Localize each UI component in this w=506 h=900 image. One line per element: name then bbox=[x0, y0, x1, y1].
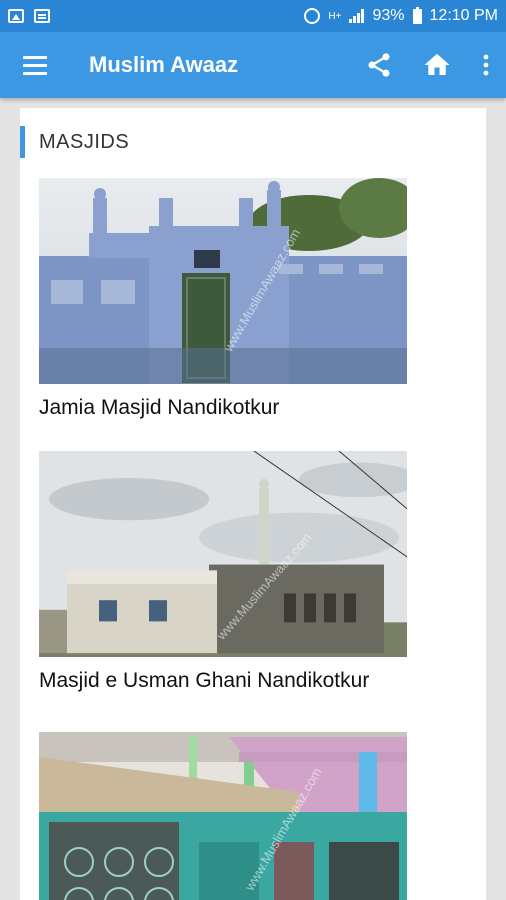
home-button[interactable] bbox=[408, 32, 466, 98]
section-title: MASJIDS bbox=[39, 130, 130, 153]
masjid-photo[interactable]: www.MuslimAwaaz.com bbox=[39, 451, 407, 657]
battery-percent: 93% bbox=[372, 7, 405, 24]
share-button[interactable] bbox=[350, 32, 408, 98]
masjid-list-item[interactable]: www.MuslimAwaaz.com Jamia Masjid Nandiko… bbox=[39, 178, 407, 420]
image-notification-icon bbox=[8, 9, 24, 23]
share-icon bbox=[368, 53, 390, 77]
battery-icon bbox=[412, 6, 422, 24]
network-type: H+ bbox=[328, 10, 342, 22]
more-options-button[interactable] bbox=[466, 32, 506, 98]
section-accent-bar bbox=[20, 126, 25, 158]
masjid-name[interactable]: Masjid e Usman Ghani Nandikotkur bbox=[39, 669, 407, 693]
masjid-list-item[interactable]: www.MuslimAwaaz.com bbox=[39, 732, 407, 900]
app-bar: Muslim Awaaz bbox=[0, 32, 506, 98]
alarm-icon bbox=[304, 8, 321, 24]
clock: 12:10 PM bbox=[429, 7, 498, 24]
status-bar: H+ 93% 12:10 PM bbox=[0, 0, 506, 32]
content-card: MASJIDS www.MuslimAwaaz.com Jamia Masjid… bbox=[20, 108, 486, 900]
section-header: MASJIDS bbox=[20, 126, 129, 158]
masjid-photo[interactable]: www.MuslimAwaaz.com bbox=[39, 178, 407, 384]
more-vert-icon bbox=[483, 54, 489, 76]
signal-icon bbox=[349, 9, 365, 23]
message-notification-icon bbox=[34, 9, 50, 23]
app-title: Muslim Awaaz bbox=[89, 52, 239, 77]
hamburger-menu-icon[interactable] bbox=[0, 32, 70, 98]
masjid-photo[interactable]: www.MuslimAwaaz.com bbox=[39, 732, 407, 900]
home-icon bbox=[424, 53, 450, 75]
masjid-list-item[interactable]: www.MuslimAwaaz.com Masjid e Usman Ghani… bbox=[39, 451, 407, 693]
masjid-name[interactable]: Jamia Masjid Nandikotkur bbox=[39, 396, 407, 420]
